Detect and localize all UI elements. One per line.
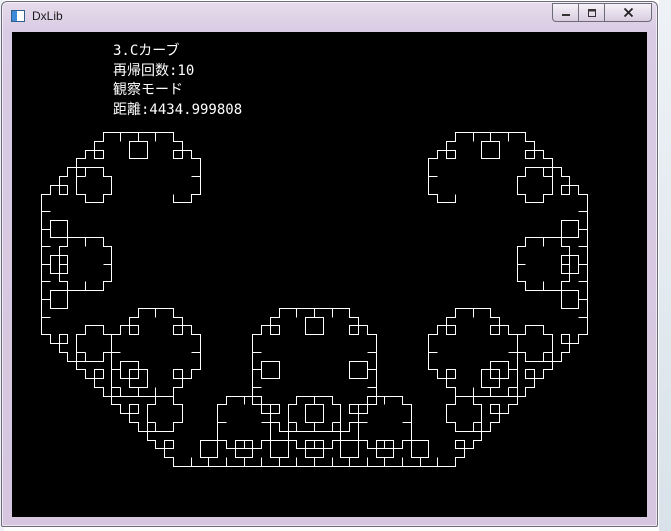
- distance-label: 距離:4434.999808: [113, 101, 243, 118]
- minimize-button[interactable]: [552, 3, 578, 22]
- curve-type-label: 3.Cカーブ: [113, 43, 180, 59]
- info-overlay: 3.Cカーブ 再帰回数:10 観察モード 距離:4434.999808: [113, 42, 242, 120]
- dxlib-app-icon: [11, 10, 25, 22]
- recursion-count-label: 再帰回数:10: [113, 62, 195, 79]
- minimize-icon: [561, 13, 570, 16]
- desktop-background: [659, 0, 671, 531]
- close-button[interactable]: [604, 3, 652, 22]
- maximize-icon: [587, 8, 596, 17]
- title-bar[interactable]: DxLib: [2, 2, 657, 32]
- window-title: DxLib: [32, 9, 63, 23]
- window-controls: [552, 3, 652, 23]
- mode-label: 観察モード: [113, 82, 183, 98]
- maximize-button[interactable]: [578, 3, 604, 22]
- c-curve-path: [41, 132, 588, 467]
- render-canvas[interactable]: 3.Cカーブ 再帰回数:10 観察モード 距離:4434.999808: [12, 32, 647, 517]
- close-icon: [623, 7, 633, 18]
- app-window: DxLib 3.Cカーブ 再帰回数:10 観察モード 距離:4434.99980…: [1, 1, 658, 527]
- c-curve-drawing: [41, 132, 588, 467]
